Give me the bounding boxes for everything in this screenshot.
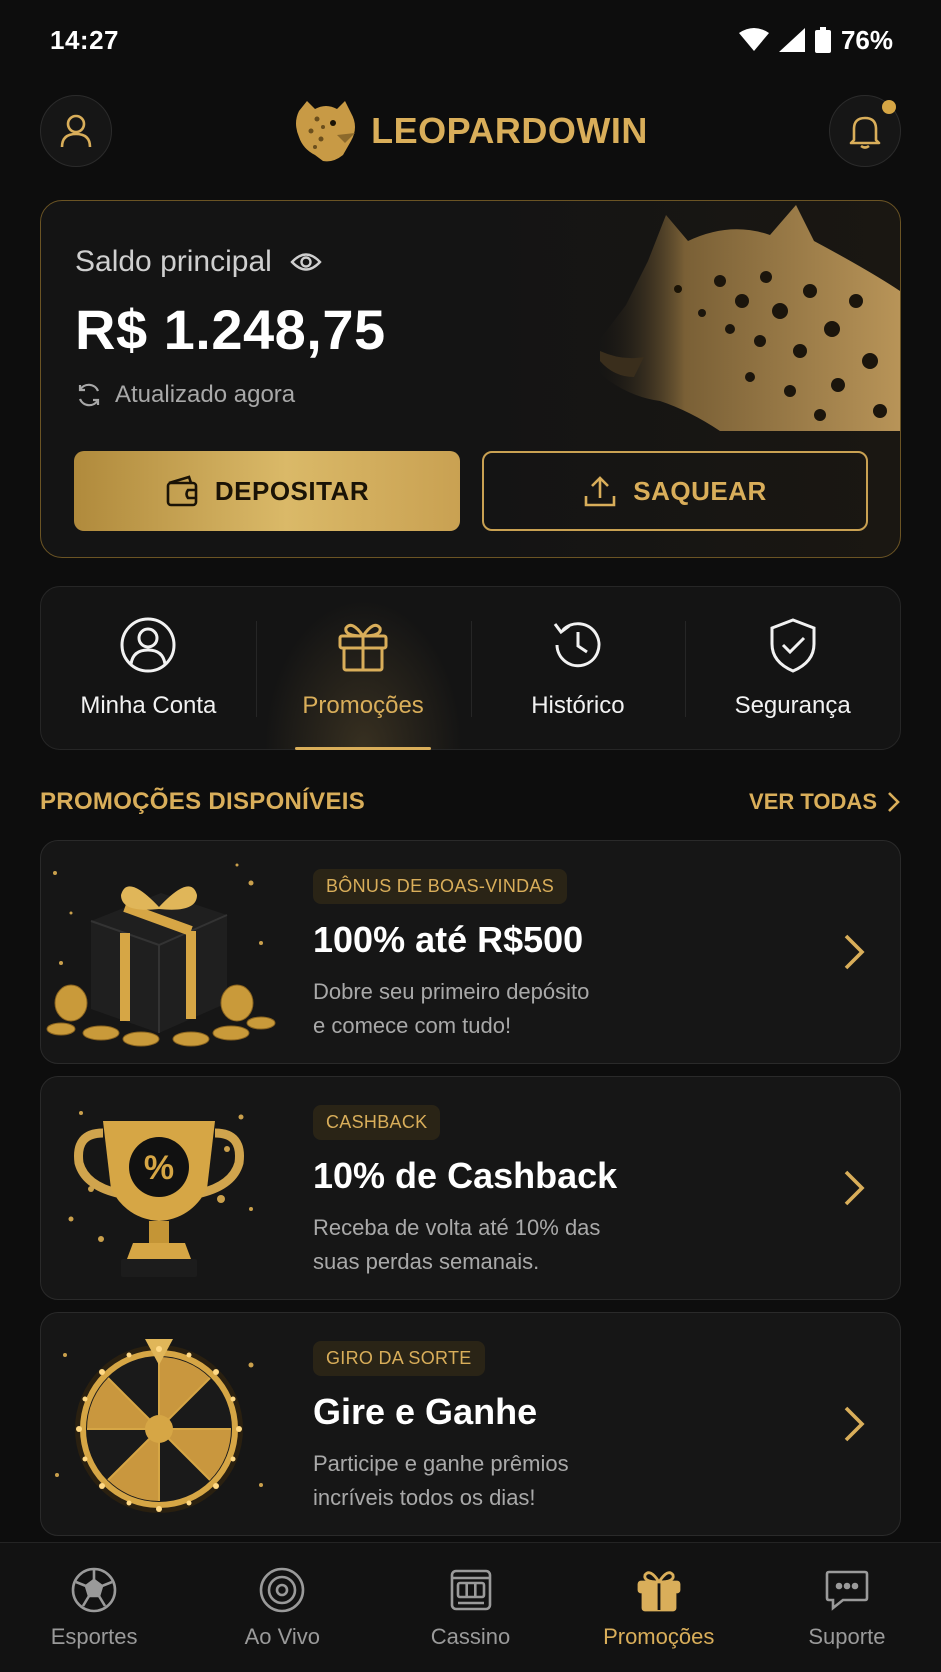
bottom-nav-label: Cassino	[430, 1623, 511, 1649]
bell-icon	[849, 116, 881, 149]
chevron-right-icon	[888, 792, 900, 812]
withdraw-button[interactable]: SAQUEAR	[482, 451, 868, 531]
bottom-nav-live[interactable]: Ao Vivo	[188, 1543, 376, 1672]
leopard-head-icon	[296, 101, 356, 162]
bottom-nav-support[interactable]: Suporte	[753, 1543, 941, 1672]
promo-card-lucky-spin[interactable]: GIRO DA SORTE Gire e Ganhe Participe e g…	[40, 1312, 901, 1536]
see-all-link[interactable]: VER TODAS	[749, 789, 901, 815]
battery-icon	[814, 27, 831, 53]
chevron-right-icon	[844, 1406, 865, 1442]
status-time: 14:27	[50, 24, 119, 55]
chevron-right-icon	[844, 1170, 865, 1206]
bottom-nav-sports[interactable]: Esportes	[0, 1543, 188, 1672]
gift-box-illustration	[46, 863, 276, 1047]
quick-nav-label: Histórico	[531, 692, 625, 719]
quick-nav-account[interactable]: Minha Conta	[41, 587, 256, 749]
history-icon	[553, 622, 601, 668]
chevron-right-icon	[844, 934, 865, 970]
promo-badge: CASHBACK	[313, 1105, 441, 1140]
deposit-button[interactable]: DEPOSITAR	[74, 451, 460, 531]
quick-nav-label: Minha Conta	[80, 692, 217, 719]
balance-label-row: Saldo principal	[75, 245, 322, 279]
promotions-header: PROMOÇÕES DISPONÍVEIS VER TODAS	[40, 788, 901, 816]
brand-logo: LEOPARDOWIN	[293, 97, 648, 165]
bottom-nav-casino[interactable]: Cassino	[376, 1543, 564, 1672]
notification-dot	[881, 100, 896, 114]
promo-desc-line: Dobre seu primeiro depósito	[313, 979, 590, 1004]
chat-support-icon	[825, 1570, 869, 1611]
promo-description: Receba de volta até 10% das suas perdas …	[313, 1211, 653, 1279]
balance-amount: R$ 1.248,75	[75, 298, 386, 361]
promo-card-cashback[interactable]: % CASHBACK 10% de Cashback Receba de vol…	[40, 1076, 901, 1300]
promo-badge: GIRO DA SORTE	[313, 1341, 485, 1376]
leopard-illustration	[592, 205, 900, 431]
signal-icon	[778, 28, 805, 52]
promo-title: 10% de Cashback	[313, 1155, 618, 1196]
quick-nav: Minha Conta Promoções Histórico Seguranç…	[40, 586, 901, 750]
promo-desc-line: e comece com tudo!	[313, 1013, 512, 1038]
eye-icon[interactable]	[290, 251, 322, 273]
bottom-nav-label: Esportes	[50, 1623, 138, 1649]
promo-card-welcome[interactable]: BÔNUS DE BOAS-VINDAS 100% até R$500 Dobr…	[40, 840, 901, 1064]
brand-name: LEOPARDOWIN	[371, 110, 648, 151]
shield-check-icon	[770, 618, 816, 673]
slot-machine-icon	[450, 1569, 491, 1610]
promo-desc-line: suas perdas semanais.	[313, 1249, 540, 1274]
bottom-nav-label: Ao Vivo	[244, 1623, 321, 1649]
quick-nav-promotions[interactable]: Promoções	[255, 587, 471, 749]
prize-wheel-illustration	[55, 1339, 263, 1513]
balance-updated-text: Atualizado agora	[115, 381, 296, 408]
promo-description: Dobre seu primeiro depósito e comece com…	[313, 975, 653, 1043]
promo-badge: BÔNUS DE BOAS-VINDAS	[313, 869, 568, 904]
promotions-title: PROMOÇÕES DISPONÍVEIS	[40, 788, 366, 815]
deposit-label: DEPOSITAR	[214, 475, 370, 506]
see-all-label: VER TODAS	[749, 789, 877, 814]
quick-nav-label: Segurança	[734, 692, 851, 719]
bottom-nav: Esportes Ao Vivo Cassino Promoções Supor…	[0, 1542, 941, 1672]
user-icon	[60, 114, 92, 148]
balance-label: Saldo principal	[75, 245, 272, 278]
promo-desc-line: Receba de volta até 10% das	[313, 1215, 601, 1240]
gift-icon	[338, 623, 388, 672]
notifications-button[interactable]	[828, 95, 901, 167]
quick-nav-history[interactable]: Histórico	[470, 587, 686, 749]
bottom-nav-label: Promoções	[603, 1623, 715, 1649]
bottom-nav-promotions[interactable]: Promoções	[565, 1543, 753, 1672]
balance-updated-row: Atualizado agora	[75, 381, 295, 409]
promo-desc-line: incríveis todos os dias!	[313, 1485, 536, 1510]
refresh-icon[interactable]	[75, 381, 103, 409]
status-bar: 14:27 76%	[0, 0, 941, 80]
status-indicators: 76%	[738, 24, 893, 56]
quick-nav-label: Promoções	[302, 692, 424, 719]
quick-nav-security[interactable]: Segurança	[685, 587, 900, 749]
app-header: LEOPARDOWIN	[40, 94, 901, 168]
wallet-icon	[166, 475, 198, 507]
battery-percent: 76%	[840, 24, 893, 55]
gift-icon	[637, 1570, 681, 1611]
soccer-ball-icon	[71, 1567, 117, 1612]
promo-title: 100% até R$500	[313, 919, 584, 960]
wifi-icon	[738, 28, 769, 51]
profile-button[interactable]	[40, 95, 112, 167]
bottom-nav-label: Suporte	[808, 1623, 886, 1649]
upload-icon	[584, 476, 616, 507]
promo-description: Participe e ganhe prêmios incríveis todo…	[313, 1447, 653, 1515]
promo-title: Gire e Ganhe	[313, 1391, 538, 1432]
trophy-illustration: %	[68, 1111, 253, 1277]
user-circle-icon	[120, 617, 176, 673]
live-broadcast-icon	[259, 1567, 305, 1612]
withdraw-label: SAQUEAR	[633, 475, 767, 506]
balance-card: Saldo principal R$ 1.248,75 Atualizado a…	[40, 200, 901, 558]
promo-desc-line: Participe e ganhe prêmios	[313, 1451, 569, 1476]
svg-text:%: %	[144, 1149, 174, 1187]
